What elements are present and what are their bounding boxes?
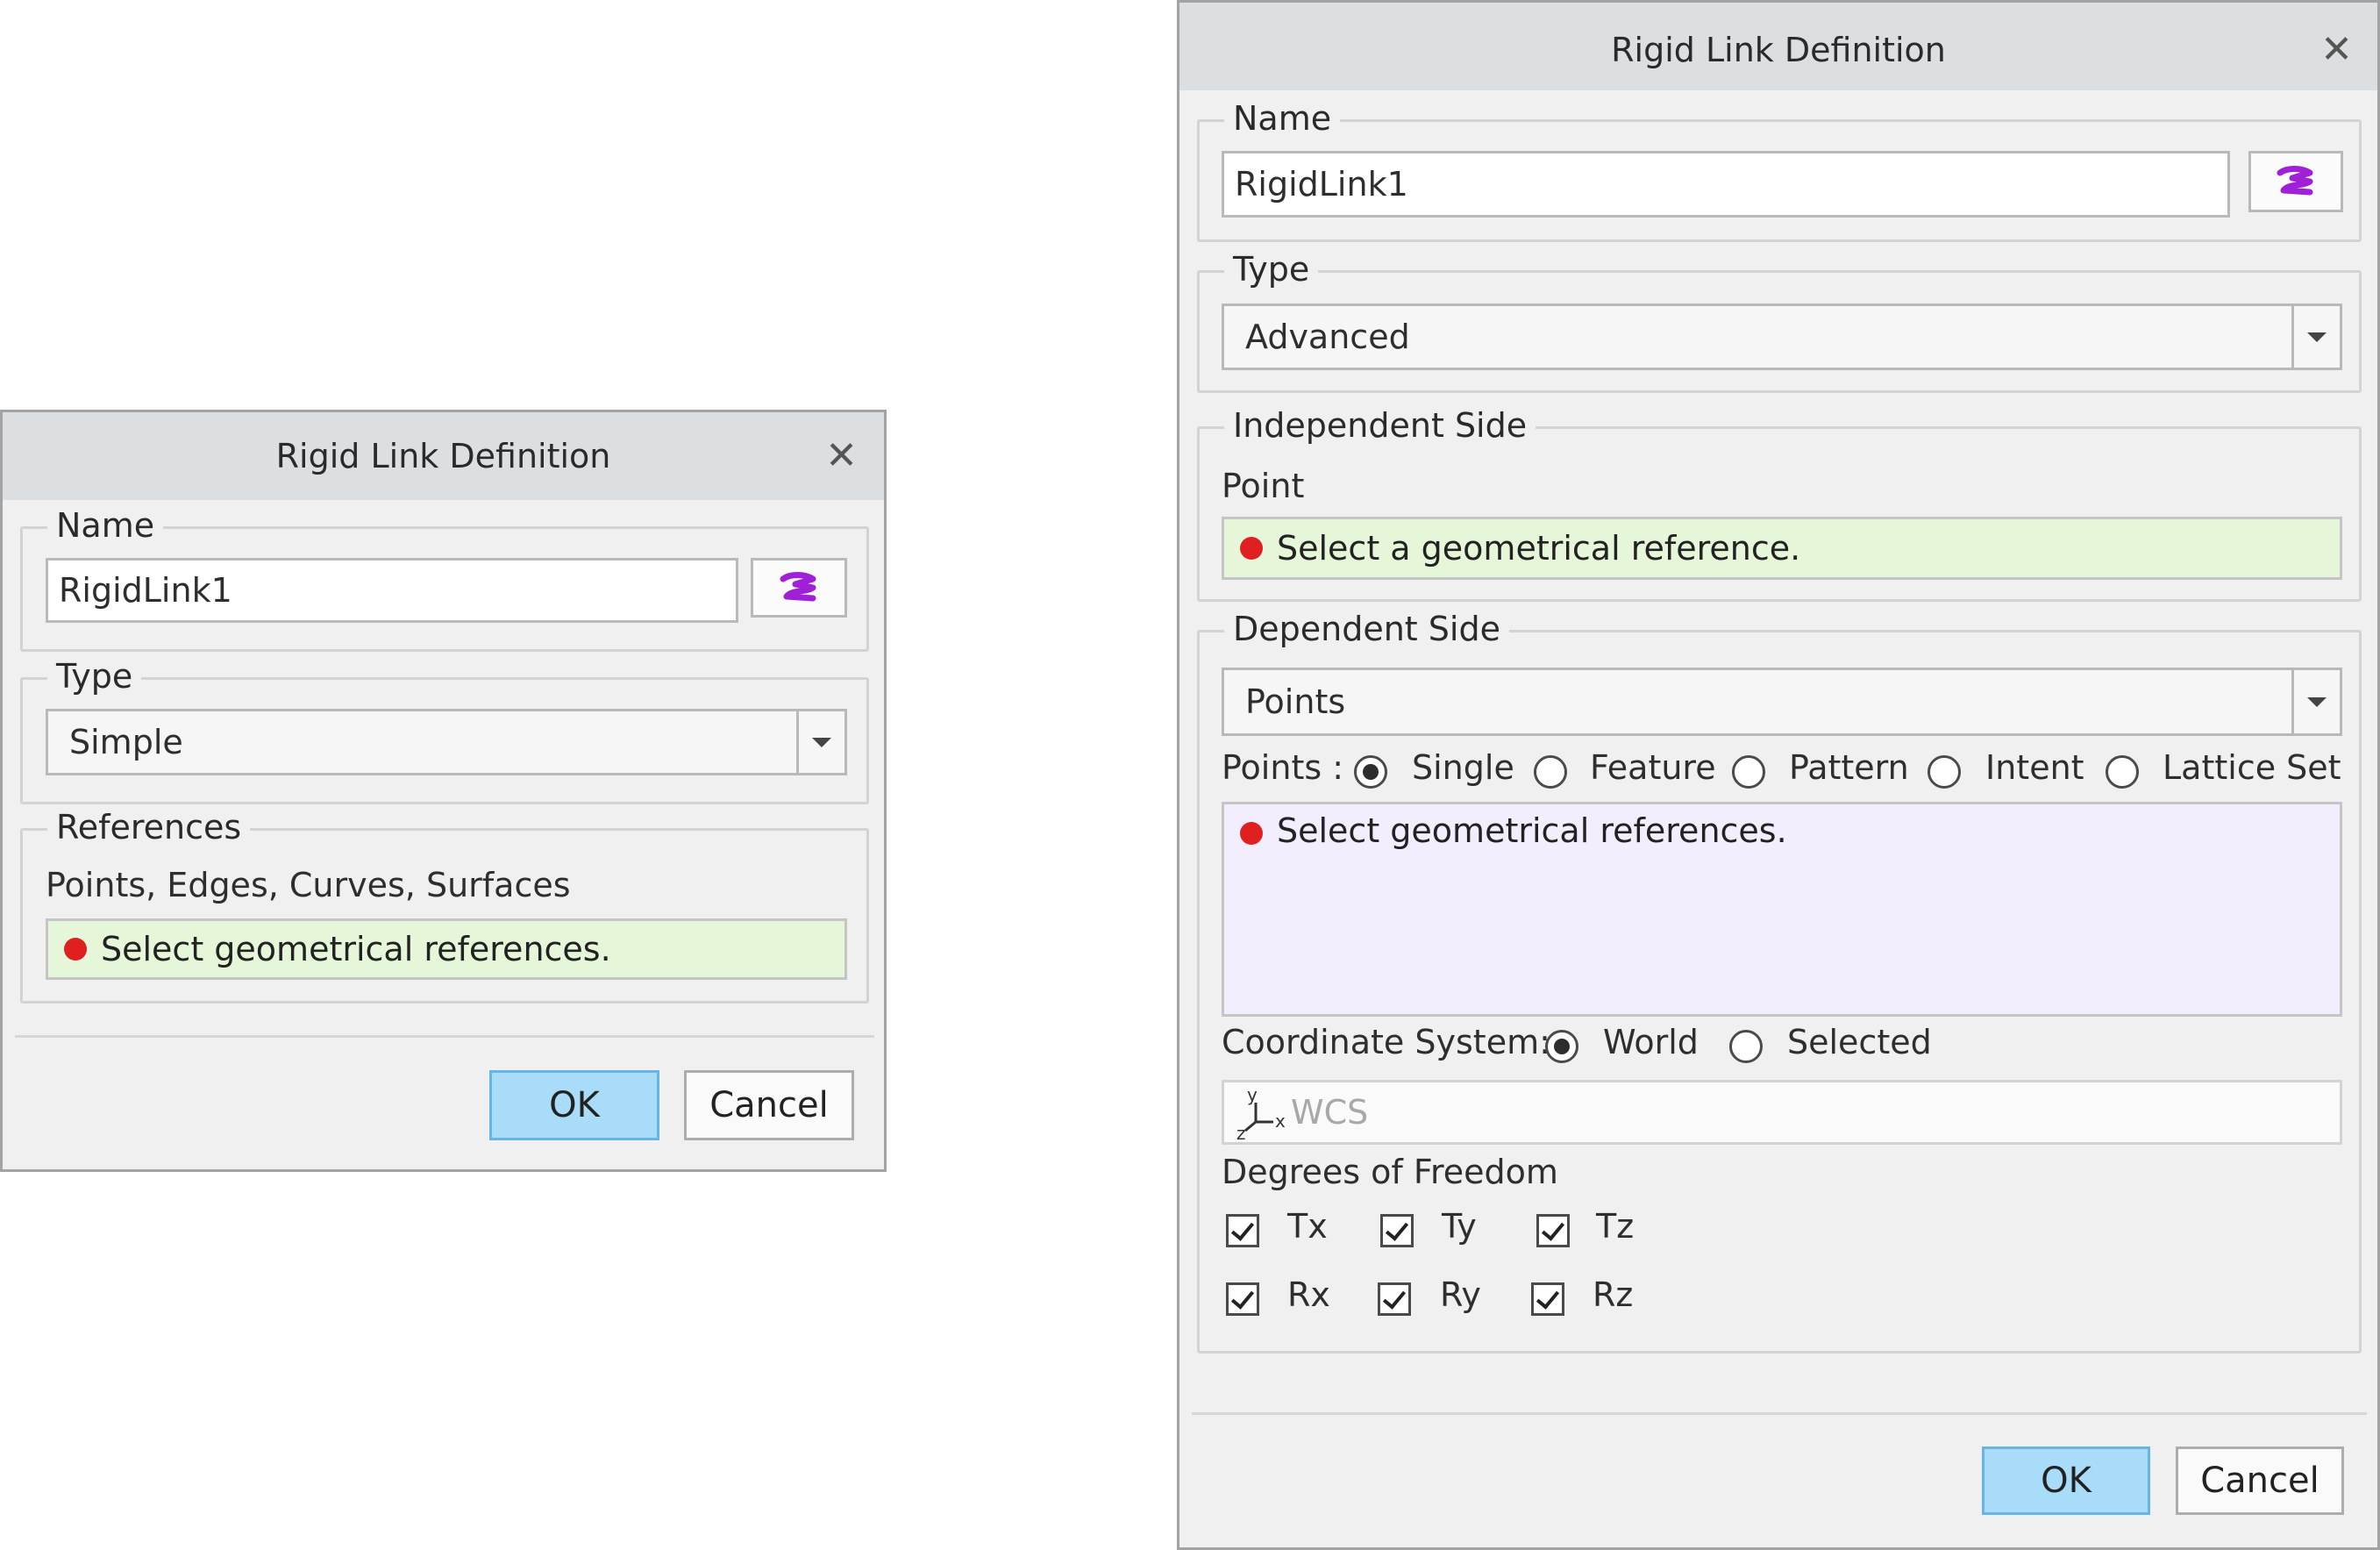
independent-side-legend: Independent Side: [1224, 403, 1536, 448]
coordinate-system-icon: y x z: [1236, 1085, 1286, 1139]
auto-name-icon: [2277, 166, 2313, 196]
dof-ry-label: Ry: [1440, 1275, 1481, 1314]
dialog-title: Rigid Link Definition: [275, 437, 611, 475]
svg-text:x: x: [1275, 1111, 1286, 1132]
radio-lattice-set[interactable]: [2106, 755, 2139, 789]
independent-side-group: Independent Side Point Select a geometri…: [1197, 403, 2362, 602]
dialog-title: Rigid Link Definition: [1611, 31, 1946, 69]
independent-filter-label: Point: [1222, 467, 1305, 505]
dof-tz-label: Tz: [1596, 1207, 1635, 1246]
rigid-link-dialog-simple: Rigid Link Definition ✕ Name RigidLink1 …: [0, 410, 887, 1172]
dof-rx-label: Rx: [1287, 1275, 1330, 1314]
dof-label: Degrees of Freedom: [1222, 1153, 1558, 1191]
dof-rz-checkbox[interactable]: [1531, 1282, 1564, 1316]
dependent-side-legend: Dependent Side: [1224, 606, 1509, 652]
csys-field[interactable]: y x z WCS: [1222, 1080, 2342, 1145]
collector-prompt: Select geometrical references.: [1277, 811, 1787, 850]
radio-selected-label: Selected: [1787, 1023, 1932, 1061]
radio-pattern[interactable]: [1732, 755, 1765, 789]
type-dropdown[interactable]: Advanced: [1222, 304, 2342, 370]
dof-tz-checkbox[interactable]: [1536, 1214, 1570, 1247]
rigid-link-dialog-advanced: Rigid Link Definition ✕ Name RigidLink1 …: [1177, 0, 2380, 1550]
dependent-collector[interactable]: Select geometrical references.: [1222, 802, 2342, 1017]
name-group: Name RigidLink1: [1197, 96, 2362, 242]
type-dropdown[interactable]: Simple: [46, 709, 847, 775]
svg-text:z: z: [1236, 1123, 1246, 1139]
chevron-down-icon[interactable]: [2291, 306, 2340, 368]
radio-intent[interactable]: [1928, 755, 1961, 789]
chevron-down-icon[interactable]: [2291, 670, 2340, 733]
radio-feature[interactable]: [1534, 755, 1567, 789]
type-value: Simple: [69, 723, 183, 761]
collector-prompt: Select geometrical references.: [101, 930, 611, 968]
radio-world-label: World: [1603, 1023, 1699, 1061]
coordinate-system-label: Coordinate System:: [1222, 1023, 1550, 1061]
references-legend: References: [47, 804, 251, 850]
dof-tx-checkbox[interactable]: [1226, 1214, 1259, 1247]
svg-text:y: y: [1247, 1085, 1258, 1105]
cancel-button[interactable]: Cancel: [2176, 1446, 2344, 1515]
ok-button[interactable]: OK: [1982, 1446, 2150, 1515]
references-filter-label: Points, Edges, Curves, Surfaces: [46, 866, 571, 904]
close-icon[interactable]: ✕: [825, 412, 858, 500]
footer-separator: [15, 1035, 874, 1038]
red-dot-icon: [1240, 822, 1263, 845]
dependent-side-group: Dependent Side Points Points : Single Fe…: [1197, 606, 2362, 1354]
collector-prompt: Select a geometrical reference.: [1277, 529, 1801, 568]
type-legend: Type: [47, 654, 142, 699]
red-dot-icon: [1240, 537, 1263, 560]
dependent-type-value: Points: [1245, 682, 1346, 721]
radio-single-label: Single: [1412, 748, 1514, 787]
dof-tx-label: Tx: [1287, 1207, 1328, 1246]
auto-name-icon: [780, 572, 816, 602]
name-group: Name RigidLink1: [20, 503, 869, 652]
auto-name-button[interactable]: [751, 558, 847, 618]
name-input[interactable]: RigidLink1: [46, 558, 738, 623]
references-group: References Points, Edges, Curves, Surfac…: [20, 804, 869, 1004]
footer-separator: [1192, 1412, 2367, 1415]
type-legend: Type: [1224, 246, 1319, 292]
dialog-titlebar: Rigid Link Definition ✕: [1179, 3, 2377, 90]
cancel-button[interactable]: Cancel: [684, 1070, 854, 1140]
ok-button[interactable]: OK: [489, 1070, 659, 1140]
name-input[interactable]: RigidLink1: [1222, 151, 2230, 218]
type-group: Type Advanced: [1197, 246, 2362, 393]
chevron-down-icon[interactable]: [796, 711, 844, 773]
references-collector[interactable]: Select geometrical references.: [46, 918, 847, 980]
radio-selected[interactable]: [1729, 1030, 1763, 1063]
dof-ry-checkbox[interactable]: [1378, 1282, 1411, 1316]
radio-pattern-label: Pattern: [1789, 748, 1909, 787]
independent-collector[interactable]: Select a geometrical reference.: [1222, 517, 2342, 580]
close-icon[interactable]: ✕: [2320, 3, 2353, 97]
radio-world[interactable]: [1545, 1030, 1578, 1063]
dof-rz-label: Rz: [1593, 1275, 1634, 1314]
name-legend: Name: [1224, 96, 1341, 141]
type-group: Type Simple: [20, 654, 869, 804]
dof-ty-checkbox[interactable]: [1380, 1214, 1414, 1247]
red-dot-icon: [64, 938, 87, 961]
points-label: Points :: [1222, 748, 1344, 787]
dof-rx-checkbox[interactable]: [1226, 1282, 1259, 1316]
type-value: Advanced: [1245, 318, 1410, 356]
dof-ty-label: Ty: [1442, 1207, 1477, 1246]
name-legend: Name: [47, 503, 164, 548]
dialog-titlebar: Rigid Link Definition ✕: [3, 412, 884, 500]
radio-lattice-set-label: Lattice Set: [2163, 748, 2341, 787]
radio-single[interactable]: [1354, 755, 1387, 789]
auto-name-button[interactable]: [2248, 151, 2343, 212]
csys-value: WCS: [1291, 1093, 1369, 1132]
dependent-type-dropdown[interactable]: Points: [1222, 668, 2342, 736]
radio-intent-label: Intent: [1985, 748, 2084, 787]
radio-feature-label: Feature: [1590, 748, 1716, 787]
